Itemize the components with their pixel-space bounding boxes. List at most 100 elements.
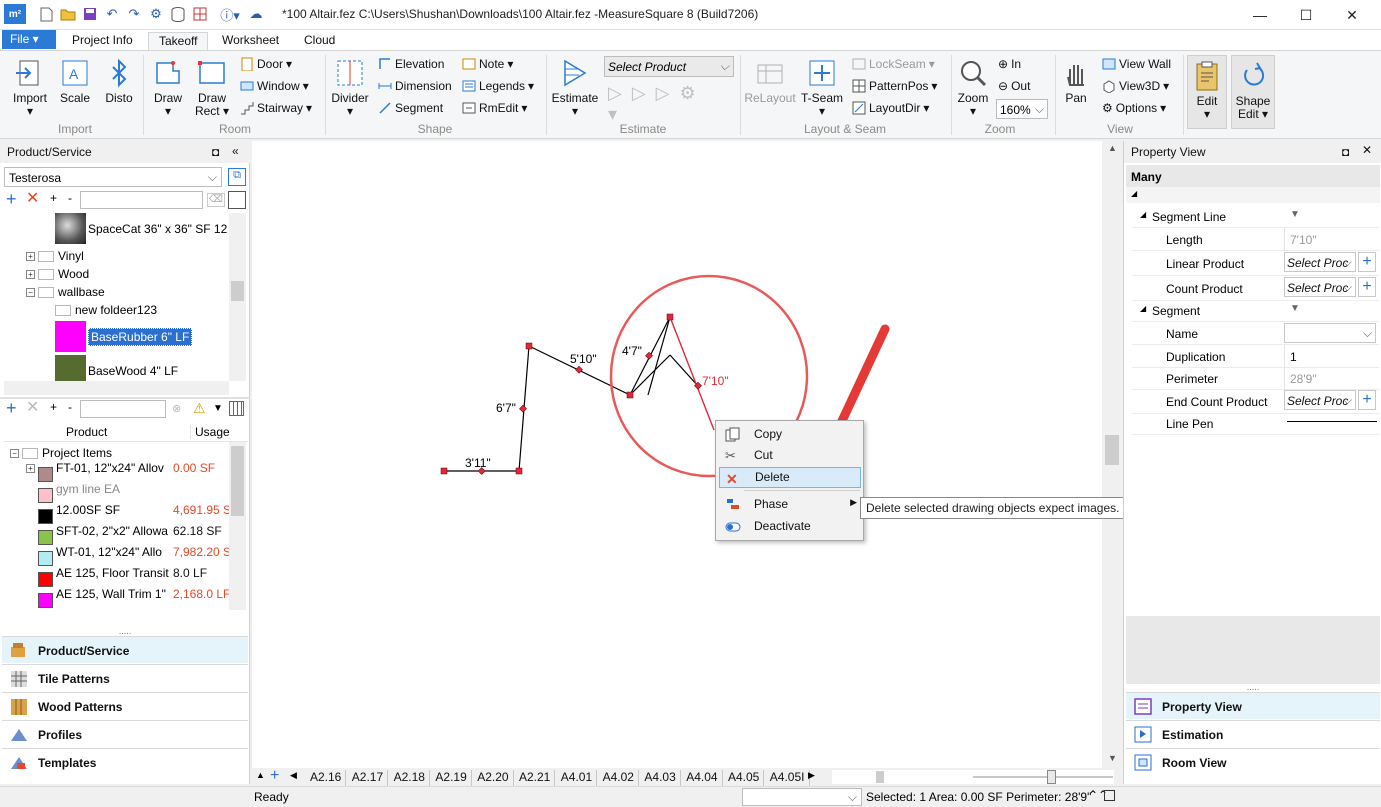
warning-dropdown-icon[interactable]: ▼: [213, 403, 223, 414]
nav-templates[interactable]: Templates: [2, 748, 248, 775]
collapse-all-icon[interactable]: -: [68, 191, 72, 205]
zoom-level-dropdown[interactable]: 160% ⌵: [996, 99, 1048, 119]
sheet-tab[interactable]: A4.02: [599, 770, 639, 786]
menu-item-delete[interactable]: ✕ Delete: [719, 467, 861, 488]
drawing-svg[interactable]: 3'11" 6'7" 5'10" 4'7" 7'10": [252, 141, 1102, 768]
collapse-icon[interactable]: «: [232, 144, 239, 158]
dim-label[interactable]: 6'7": [496, 401, 516, 415]
edit-button[interactable]: Edit ▾: [1187, 55, 1227, 129]
minimize-button[interactable]: —: [1237, 0, 1283, 30]
shape-edit-button[interactable]: Shape Edit ▾: [1231, 55, 1275, 129]
options-button[interactable]: ⚙ Options ▾: [1102, 101, 1166, 115]
maximize-button[interactable]: ☐: [1283, 0, 1329, 30]
nav-profiles[interactable]: Profiles: [2, 720, 248, 747]
delete-product-icon[interactable]: ✕: [26, 191, 39, 207]
new-file-icon[interactable]: [38, 6, 54, 22]
nav-estimation[interactable]: Estimation: [1126, 720, 1380, 747]
splitter-handle[interactable]: .....: [1124, 683, 1381, 692]
prev-sheet-icon[interactable]: ◀: [290, 770, 297, 781]
expand-icon[interactable]: +: [26, 463, 35, 473]
redo-icon[interactable]: ↷: [126, 6, 142, 22]
settings-gear-icon[interactable]: ⚙: [148, 6, 164, 22]
zoom-out-button[interactable]: ⊖ Out: [998, 79, 1030, 93]
sheet-tab[interactable]: A2.18: [390, 770, 430, 786]
import-button[interactable]: Import ▾: [8, 57, 52, 118]
database-icon[interactable]: [170, 6, 186, 22]
sheet-tab[interactable]: A4.03: [640, 770, 681, 786]
elevation-button[interactable]: Elevation: [378, 57, 444, 71]
cloud-icon[interactable]: ☁: [248, 6, 264, 22]
grid-view-icon[interactable]: [229, 401, 244, 416]
splitter-handle[interactable]: .....: [0, 627, 250, 636]
close-panel-icon[interactable]: ✕: [1362, 143, 1372, 157]
tree-item-new-folder[interactable]: new foldeer123: [55, 303, 157, 317]
tseam-button[interactable]: T-Seam ▾: [800, 57, 844, 118]
next-sheet-icon[interactable]: ▶: [808, 770, 815, 781]
layout-grid-icon[interactable]: [192, 6, 208, 22]
nav-tile-patterns[interactable]: Tile Patterns: [2, 664, 248, 691]
product-tree-scrollbar[interactable]: [229, 213, 246, 381]
zoom-in-button[interactable]: ⊕ In: [998, 57, 1021, 71]
patternpos-button[interactable]: PatternPos ▾: [852, 79, 937, 93]
drawing-canvas[interactable]: 3'11" 6'7" 5'10" 4'7" 7'10": [252, 141, 1102, 768]
segment-button[interactable]: Segment: [378, 101, 443, 115]
duplication-value[interactable]: 1: [1284, 345, 1379, 367]
dim-label[interactable]: 4'7": [622, 344, 642, 358]
product-tree-hscrollbar[interactable]: [4, 381, 229, 395]
count-product-select[interactable]: Select Proc ⌵: [1284, 277, 1356, 297]
clear-search-icon[interactable]: ⌫: [207, 193, 225, 207]
close-button[interactable]: ✕: [1329, 0, 1375, 30]
draw-rect-button[interactable]: Draw Rect ▾: [192, 57, 232, 118]
view3d-button[interactable]: View3D ▾: [1102, 79, 1169, 93]
dim-label-selected[interactable]: 7'10": [702, 374, 729, 388]
help-icon[interactable]: ⓘ▾: [216, 6, 244, 23]
tree-item-basewood[interactable]: BaseWood 4" LF: [55, 355, 178, 381]
stairway-button[interactable]: Stairway ▾: [240, 101, 312, 115]
add-product-icon[interactable]: +: [6, 190, 17, 208]
sheet-tab[interactable]: A2.16: [306, 770, 347, 786]
view-wall-button[interactable]: View Wall: [1102, 57, 1171, 71]
add-item-icon[interactable]: +: [6, 399, 17, 417]
sheet-tab[interactable]: A2.21: [515, 770, 556, 786]
select-product-dropdown[interactable]: Select Product ⌵: [604, 56, 734, 77]
tree-item-spacecat[interactable]: SpaceCat 36" x 36" SF 12 S: [55, 213, 239, 244]
save-icon[interactable]: [82, 6, 98, 22]
sheet-tab[interactable]: A4.04: [682, 770, 723, 786]
sheet-tab[interactable]: A4.05I: [766, 770, 810, 786]
group-segment[interactable]: ◢ Segment ▼: [1132, 299, 1379, 322]
tab-worksheet[interactable]: Worksheet: [212, 32, 289, 51]
divider-button[interactable]: Divider ▾: [330, 57, 370, 118]
end-count-product-select[interactable]: Select Proc ⌵: [1284, 390, 1356, 410]
tree-item-wood[interactable]: + Wood: [26, 267, 89, 281]
catalog-dropdown[interactable]: Testerosa ⌵: [4, 167, 222, 187]
expand-all-icon[interactable]: +: [50, 191, 57, 205]
catalog-sync-icon[interactable]: ⧉: [228, 168, 246, 186]
tree-item-vinyl[interactable]: + Vinyl: [26, 249, 84, 263]
rmedit-button[interactable]: RmEdit ▾: [462, 101, 527, 115]
menu-item-copy[interactable]: Copy: [719, 424, 861, 445]
tree-item-baserubber[interactable]: BaseRubber 6" LF: [55, 321, 193, 352]
nav-wood-patterns[interactable]: Wood Patterns: [2, 692, 248, 719]
dim-label[interactable]: 3'11": [465, 456, 491, 470]
col-product[interactable]: Product: [66, 425, 107, 439]
add-sheet-icon[interactable]: +: [270, 767, 279, 785]
dim-label[interactable]: 5'10": [570, 352, 597, 366]
window-button[interactable]: Window ▾: [240, 79, 309, 93]
menu-item-phase[interactable]: Phase ▶: [719, 494, 861, 515]
tree-item-wallbase[interactable]: − wallbase: [26, 285, 105, 299]
status-dropdown[interactable]: ⌵: [742, 788, 862, 806]
add-linear-product-button[interactable]: +: [1358, 252, 1376, 272]
tab-project-info[interactable]: Project Info: [62, 32, 143, 51]
note-button[interactable]: Note ▾: [462, 57, 513, 71]
relayout-button[interactable]: ReLayout: [744, 57, 796, 105]
linear-product-select[interactable]: Select Proc ⌵: [1284, 252, 1356, 272]
panel-layout-icon[interactable]: [228, 191, 246, 209]
estimate-button[interactable]: Estimate ▾: [550, 57, 600, 118]
zoom-slider[interactable]: [973, 770, 1113, 784]
collapse-items-icon[interactable]: -: [68, 400, 72, 414]
items-scrollbar[interactable]: [229, 442, 246, 610]
sheet-tab[interactable]: A4.05: [724, 770, 765, 786]
lockseam-button[interactable]: LockSeam ▾: [852, 57, 935, 71]
nav-room-view[interactable]: Room View: [1126, 748, 1380, 775]
sheet-tab[interactable]: A2.19: [431, 770, 472, 786]
